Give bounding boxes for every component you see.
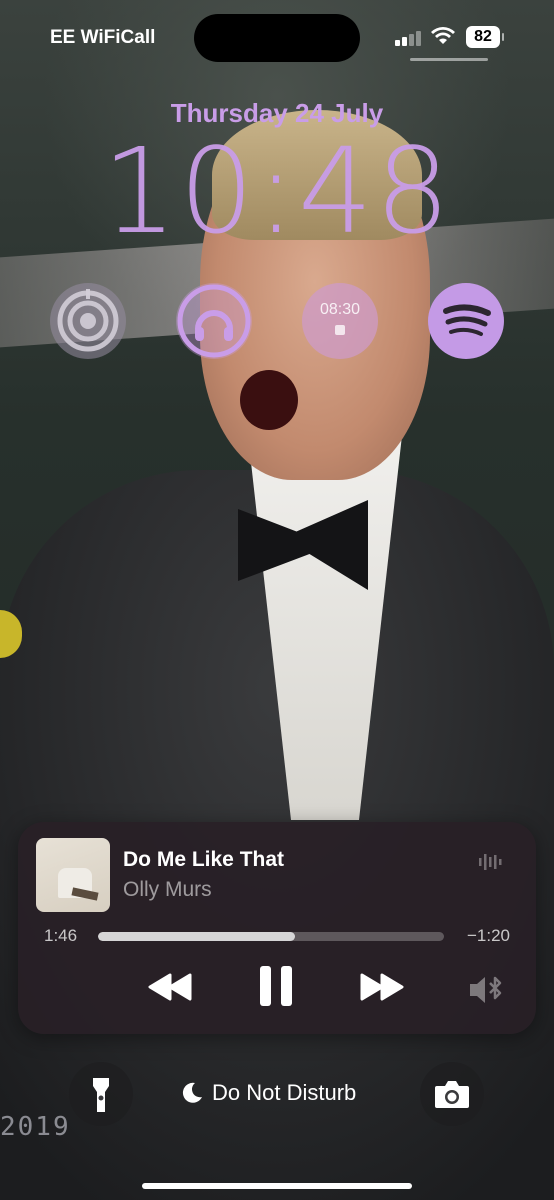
wallpaper-mouth: [240, 370, 298, 430]
alarm-time-label: 08:30: [319, 301, 361, 318]
song-artist: Olly Murs: [123, 878, 212, 901]
camera-icon: [435, 1081, 469, 1108]
playback-scrubber[interactable]: [98, 932, 444, 941]
now-playing-card[interactable]: Do Me Like That Olly Murs 1:46 −1:20: [18, 822, 536, 1034]
album-artwork[interactable]: [36, 838, 110, 912]
home-indicator[interactable]: [142, 1183, 412, 1189]
rewind-button[interactable]: [146, 967, 194, 1007]
song-title: Do Me Like That: [123, 848, 285, 871]
battery-indicator: 82: [466, 26, 504, 48]
flashlight-button[interactable]: [69, 1062, 133, 1126]
wifi-icon: [431, 27, 455, 44]
flashlight-icon: [93, 1078, 109, 1112]
waveform-icon: [479, 854, 502, 870]
elapsed-time: 1:46: [44, 926, 78, 945]
concentric-rings-icon: [57, 289, 119, 352]
bluetooth-audio-output-icon[interactable]: [468, 970, 508, 1010]
spotify-widget[interactable]: [428, 283, 504, 359]
playback-progress-fill: [98, 932, 296, 941]
wallpaper-stage-text: 2019: [0, 1112, 71, 1142]
album-art-legs: [71, 887, 99, 901]
alarm-icon: [335, 325, 345, 335]
alarm-widget[interactable]: 08:30: [302, 283, 378, 359]
fast-forward-button[interactable]: [358, 967, 406, 1007]
camera-button[interactable]: [420, 1062, 484, 1126]
control-center-grabber[interactable]: [410, 58, 488, 61]
moon-icon: [182, 1082, 202, 1103]
focus-mode-label: Do Not Disturb: [212, 1080, 357, 1105]
spotify-icon: [443, 304, 491, 336]
cellular-signal-icon: [395, 30, 423, 46]
focus-mode-indicator[interactable]: Do Not Disturb: [180, 1080, 356, 1106]
lock-screen-clock: 10:48: [101, 122, 453, 260]
headphones-widget[interactable]: [176, 283, 252, 359]
dynamic-island: [194, 14, 360, 62]
target-rings-widget[interactable]: [50, 283, 126, 359]
pause-button[interactable]: [256, 964, 296, 1008]
carrier-label: EE WiFiCall: [50, 27, 156, 48]
remaining-time: −1:20: [466, 926, 510, 945]
headphones-icon: [177, 284, 251, 358]
